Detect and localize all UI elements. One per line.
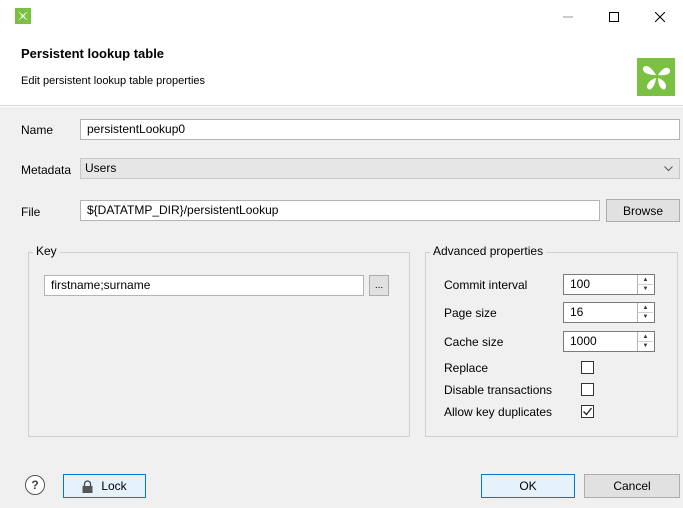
- lock-label: Lock: [101, 479, 127, 493]
- spinner-down-icon[interactable]: ▼: [638, 312, 653, 321]
- replace-label: Replace: [444, 361, 489, 375]
- dialog-header: [0, 34, 683, 106]
- minimize-button[interactable]: [545, 0, 591, 34]
- key-input[interactable]: firstname;surname: [44, 275, 364, 296]
- maximize-icon: [609, 12, 619, 22]
- replace-checkbox[interactable]: [581, 361, 594, 374]
- browse-button[interactable]: Browse: [606, 199, 680, 222]
- app-icon: [15, 8, 31, 24]
- cancel-button[interactable]: Cancel: [584, 474, 680, 498]
- commit-interval-spinner[interactable]: 100 ▲ ▼: [563, 274, 655, 295]
- key-ellipsis-button[interactable]: ...: [369, 275, 389, 296]
- maximize-button[interactable]: [591, 0, 637, 34]
- dialog-subtitle: Edit persistent lookup table properties: [21, 75, 206, 87]
- metadata-select-value: Users: [85, 161, 117, 175]
- ok-button[interactable]: OK: [481, 474, 575, 498]
- checkmark-icon: [583, 407, 593, 416]
- spinner-down-icon[interactable]: ▼: [638, 284, 653, 293]
- minimize-icon: [563, 16, 573, 18]
- brand-logo: [637, 58, 675, 96]
- name-label: Name: [21, 123, 54, 137]
- lock-icon: [82, 479, 93, 493]
- disable-transactions-checkbox[interactable]: [581, 383, 594, 396]
- file-label: File: [21, 205, 41, 219]
- dialog-title: Persistent lookup table: [21, 46, 165, 61]
- allow-key-duplicates-label: Allow key duplicates: [444, 405, 553, 419]
- help-icon[interactable]: ?: [25, 475, 45, 495]
- disable-transactions-label: Disable transactions: [444, 383, 553, 397]
- lock-button[interactable]: Lock: [63, 474, 146, 498]
- close-icon: [655, 12, 665, 22]
- page-size-value: 16: [570, 305, 584, 319]
- cache-size-label: Cache size: [444, 335, 504, 349]
- metadata-label: Metadata: [21, 163, 72, 177]
- allow-key-duplicates-checkbox[interactable]: [581, 405, 594, 418]
- page-size-label: Page size: [444, 306, 497, 320]
- commit-interval-value: 100: [570, 277, 591, 291]
- close-button[interactable]: [637, 0, 683, 34]
- page-size-spinner[interactable]: 16 ▲ ▼: [563, 302, 655, 323]
- key-group-title: Key: [33, 244, 60, 258]
- advanced-properties-title: Advanced properties: [430, 244, 547, 258]
- name-input[interactable]: persistentLookup0: [80, 119, 680, 140]
- spinner-down-icon[interactable]: ▼: [638, 341, 653, 350]
- file-input[interactable]: ${DATATMP_DIR}/persistentLookup: [80, 200, 600, 221]
- chevron-down-icon: [664, 166, 673, 172]
- commit-interval-label: Commit interval: [444, 278, 528, 292]
- cache-size-spinner[interactable]: 1000 ▲ ▼: [563, 331, 655, 352]
- metadata-select[interactable]: Users: [80, 158, 680, 179]
- cache-size-value: 1000: [570, 334, 597, 348]
